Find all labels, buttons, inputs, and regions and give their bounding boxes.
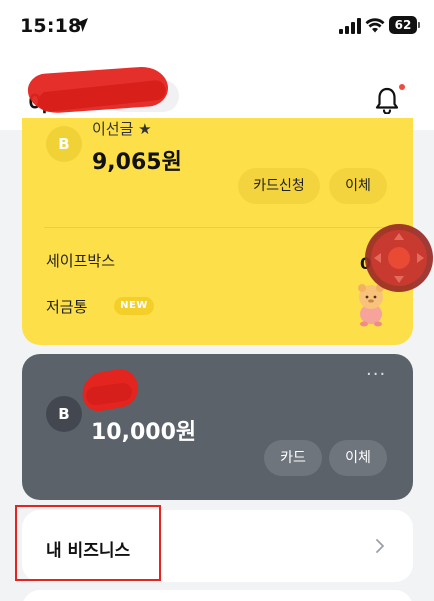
account-avatar: B xyxy=(46,396,82,432)
main-account-card[interactable]: B 이선글 ★ 9,065원 카드신청 이체 세이프박스 0원 저금통 NEW xyxy=(22,118,413,345)
account-balance: 9,065원 xyxy=(92,150,182,175)
wifi-icon xyxy=(365,18,385,33)
new-badge: NEW xyxy=(114,297,154,315)
status-bar: 15:18 62 xyxy=(0,0,434,52)
account-avatar-letter: B xyxy=(58,405,70,423)
account-name: 이선글 ★ xyxy=(92,120,152,138)
account-balance: 10,000원 xyxy=(91,420,197,445)
card-button[interactable]: 카드 xyxy=(264,440,322,476)
bell-icon[interactable] xyxy=(374,86,400,114)
safe-box-label[interactable]: 세이프박스 xyxy=(46,250,115,271)
account-avatar: B xyxy=(46,126,82,162)
transfer-button[interactable]: 이체 xyxy=(329,168,387,204)
signal-icon xyxy=(339,18,361,34)
floating-joystick-icon[interactable] xyxy=(364,221,434,295)
transfer-button[interactable]: 이체 xyxy=(329,440,387,476)
notification-dot xyxy=(399,84,405,90)
piggy-bank-label[interactable]: 저금통 xyxy=(46,296,87,317)
battery-icon: 62 xyxy=(389,16,420,34)
annotation-highlight-box xyxy=(15,505,161,581)
more-options-icon[interactable]: ··· xyxy=(366,364,386,385)
divider xyxy=(44,227,391,228)
location-arrow-icon xyxy=(74,18,88,32)
chevron-right-icon xyxy=(376,539,384,553)
account-avatar-letter: B xyxy=(58,135,70,153)
second-account-card[interactable]: ··· B 10,000원 카드 이체 xyxy=(22,354,413,500)
next-section-card xyxy=(22,590,413,601)
card-apply-button[interactable]: 카드신청 xyxy=(238,168,320,204)
